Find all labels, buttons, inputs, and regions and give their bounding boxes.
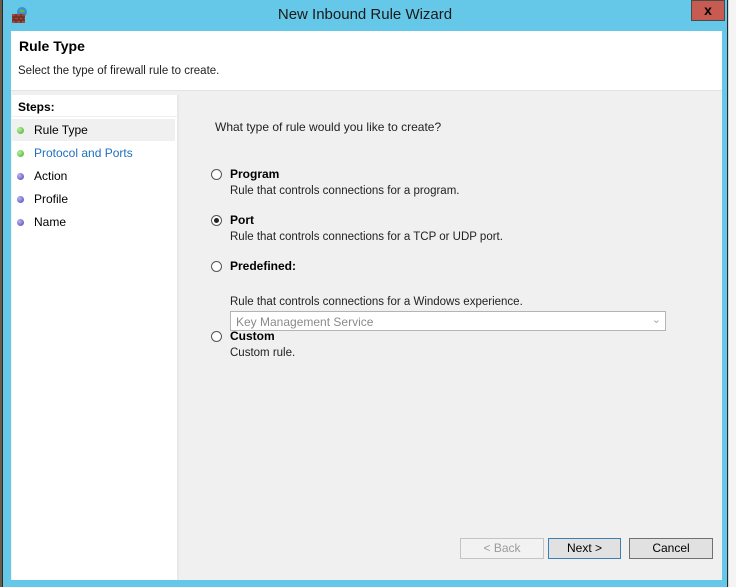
option-description: Rule that controls connections for a pro… (230, 185, 460, 197)
option-label[interactable]: Port (230, 213, 254, 227)
option-label[interactable]: Predefined: (230, 259, 296, 273)
question-text: What type of rule would you like to crea… (215, 120, 442, 134)
close-button[interactable]: x (691, 0, 725, 21)
option-label[interactable]: Custom (230, 329, 275, 343)
step-rule-type[interactable]: Rule Type (12, 119, 175, 141)
predefined-select-value: Key Management Service (236, 315, 374, 329)
step-label: Profile (34, 192, 69, 206)
step-complete-icon (17, 150, 24, 157)
custom-radio[interactable] (211, 331, 222, 342)
option-label[interactable]: Program (230, 167, 279, 181)
step-name: Name (12, 211, 175, 233)
step-label: Action (34, 169, 68, 183)
port-radio[interactable] (211, 215, 222, 226)
main-panel: What type of rule would you like to crea… (180, 95, 722, 580)
steps-panel: Steps: Rule Type Protocol and Ports Acti… (12, 95, 179, 580)
option-description: Custom rule. (230, 347, 296, 359)
next-button[interactable]: Next > (548, 538, 621, 559)
window-title: New Inbound Rule Wizard (277, 6, 453, 23)
steps-heading: Steps: (18, 100, 55, 114)
step-pending-icon (17, 173, 24, 180)
predefined-select[interactable]: Key Management Service ⌄ (230, 311, 666, 331)
option-description: Rule that controls connections for a TCP… (230, 231, 503, 243)
page-subtitle: Select the type of firewall rule to crea… (18, 65, 220, 77)
step-protocol-and-ports[interactable]: Protocol and Ports (12, 142, 175, 164)
title-bar[interactable]: New Inbound Rule Wizard x (3, 0, 727, 30)
step-pending-icon (17, 196, 24, 203)
step-label[interactable]: Protocol and Ports (34, 146, 133, 160)
cancel-button[interactable]: Cancel (629, 538, 713, 559)
step-complete-icon (17, 127, 24, 134)
step-action: Action (12, 165, 175, 187)
step-profile: Profile (12, 188, 175, 210)
option-description: Rule that controls connections for a Win… (230, 296, 523, 308)
step-pending-icon (17, 219, 24, 226)
program-radio[interactable] (211, 169, 222, 180)
steps-divider (12, 116, 177, 117)
step-label: Rule Type (34, 123, 88, 137)
chevron-down-icon[interactable]: ⌄ (652, 313, 661, 326)
desktop-background-right (729, 0, 736, 587)
back-button[interactable]: < Back (460, 538, 544, 559)
page-title: Rule Type (19, 38, 85, 54)
step-label: Name (34, 215, 67, 229)
client-area: Rule Type Select the type of firewall ru… (11, 31, 722, 580)
wizard-window: New Inbound Rule Wizard x Rule Type Sele… (2, 0, 728, 587)
predefined-radio[interactable] (211, 261, 222, 272)
page-header: Rule Type Select the type of firewall ru… (11, 31, 722, 91)
